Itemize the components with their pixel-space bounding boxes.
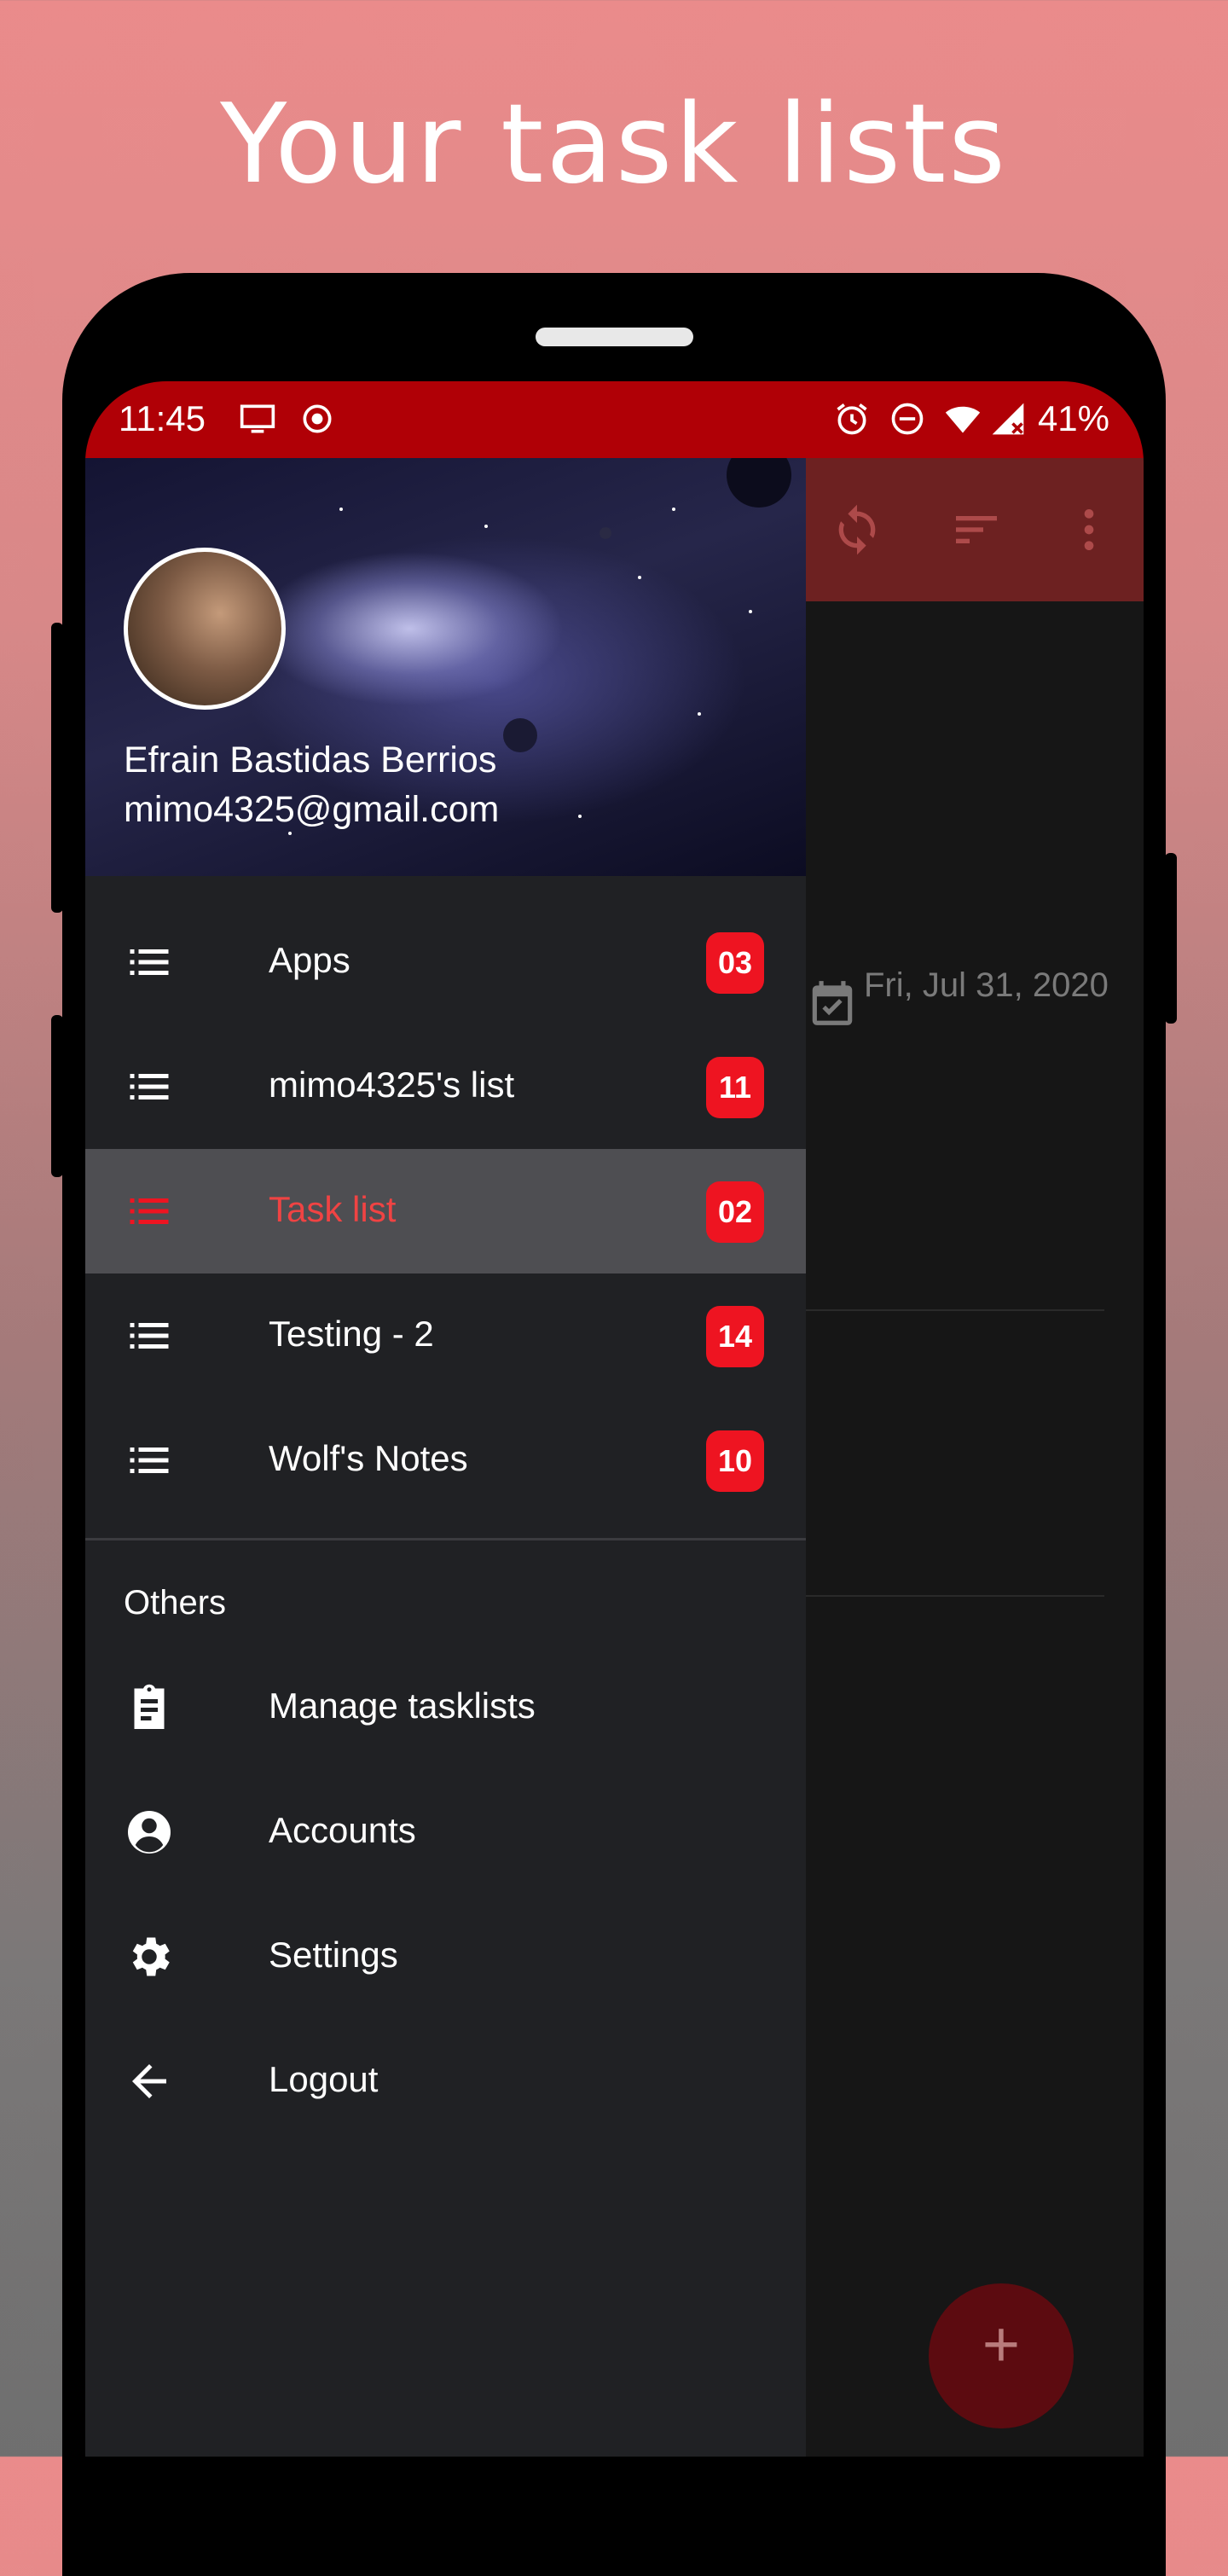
arrow-left-icon <box>132 2064 166 2098</box>
headline: Your task lists <box>220 81 1008 208</box>
sync-icon[interactable] <box>830 502 884 557</box>
navigation-drawer: Efrain Bastidas Berrios mimo4325@gmail.c… <box>85 458 806 2457</box>
accounts-item[interactable]: Accounts <box>85 1770 806 1894</box>
drawer-header: Efrain Bastidas Berrios mimo4325@gmail.c… <box>85 458 806 876</box>
gear-icon <box>132 1937 170 1976</box>
add-task-button[interactable]: + <box>929 2283 1074 2428</box>
wifi-icon <box>945 406 981 433</box>
list-icon <box>130 1323 169 1349</box>
record-icon <box>303 404 332 433</box>
cast-icon <box>240 404 275 433</box>
side-button-left-2 <box>51 1015 63 1177</box>
account-circle-icon <box>128 1811 171 1854</box>
drawer-list-label: Task list <box>269 1189 397 1229</box>
status-bar: 11:45 41% <box>85 381 1144 458</box>
calendar-check-icon <box>812 981 853 1025</box>
list-icon <box>130 1198 169 1224</box>
task-due-date: Fri, Jul 31, 2020 <box>864 966 1109 1004</box>
task-count-badge: 14 <box>706 1306 764 1367</box>
task-divider <box>806 1309 1104 1311</box>
alarm-icon <box>837 403 867 435</box>
more-vert-icon[interactable] <box>1062 502 1116 557</box>
drawer-list-label: Apps <box>269 940 350 980</box>
drawer-list-apps[interactable]: Apps 03 <box>85 900 806 1024</box>
task-count-badge: 10 <box>706 1430 764 1492</box>
others-section-title: Others <box>124 1584 227 1622</box>
logout-label: Logout <box>269 2059 379 2099</box>
manage-tasklists-label: Manage tasklists <box>269 1685 536 1726</box>
user-name: Efrain Bastidas Berrios <box>124 740 497 780</box>
task-list-content: Fri, Jul 31, 2020 <box>806 601 1144 2457</box>
phone-screen: 11:45 41% Fri, Jul 31, 2020 + Efrain Bas… <box>85 381 1144 2457</box>
phone-speaker <box>536 328 693 346</box>
manage-tasklists-item[interactable]: Manage tasklists <box>85 1645 806 1770</box>
list-icon <box>130 1074 169 1099</box>
drawer-list-label: mimo4325's list <box>269 1065 515 1105</box>
drawer-list-mimo4325s-list[interactable]: mimo4325's list 11 <box>85 1024 806 1149</box>
do-not-disturb-icon <box>891 403 924 435</box>
logout-item[interactable]: Logout <box>85 2019 806 2144</box>
sort-icon[interactable] <box>949 502 1004 557</box>
signal-icon <box>992 403 1024 435</box>
app-toolbar <box>806 458 1144 601</box>
status-time: 11:45 <box>119 398 206 438</box>
side-button-left-1 <box>51 623 63 913</box>
battery-percent: 41% <box>1037 398 1109 438</box>
list-icon <box>130 949 169 975</box>
avatar[interactable] <box>124 548 286 710</box>
drawer-list-task-list[interactable]: Task list 02 <box>85 1149 806 1273</box>
drawer-list-label: Wolf's Notes <box>269 1438 468 1478</box>
task-divider <box>806 1595 1104 1597</box>
task-count-badge: 02 <box>706 1181 764 1243</box>
clipboard-icon <box>134 1684 165 1729</box>
task-count-badge: 11 <box>706 1057 764 1118</box>
drawer-divider <box>85 1538 806 1540</box>
task-count-badge: 03 <box>706 932 764 994</box>
drawer-list-wolfs-notes[interactable]: Wolf's Notes 10 <box>85 1398 806 1523</box>
list-icon <box>130 1448 169 1473</box>
user-email: mimo4325@gmail.com <box>124 789 500 830</box>
accounts-label: Accounts <box>269 1810 416 1850</box>
drawer-list-testing-2[interactable]: Testing - 2 14 <box>85 1273 806 1398</box>
settings-item[interactable]: Settings <box>85 1894 806 2019</box>
plus-icon: + <box>982 2308 1021 2381</box>
side-button-right <box>1165 853 1177 1024</box>
drawer-list-label: Testing - 2 <box>269 1314 434 1354</box>
settings-label: Settings <box>269 1935 398 1975</box>
